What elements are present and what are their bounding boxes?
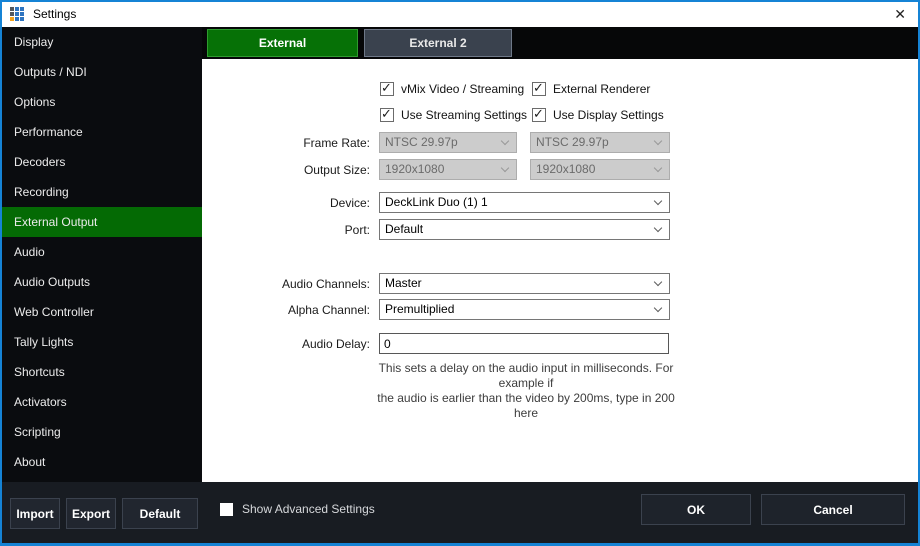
external-output-panel: ✓ vMix Video / Streaming ✓ External Rend…: [202, 59, 918, 482]
sidebar-item-options[interactable]: Options: [2, 87, 202, 117]
audio-delay-input[interactable]: [379, 333, 669, 354]
alpha-channel-value: Premultiplied: [380, 300, 669, 319]
alpha-channel-label: Alpha Channel:: [202, 300, 370, 321]
settings-window: Settings ✕ Display Outputs / NDI Options…: [0, 0, 920, 546]
check-icon: ✓: [533, 106, 544, 122]
sidebar-item-audio[interactable]: Audio: [2, 237, 202, 267]
help-line-2: the audio is earlier than the video by 2…: [377, 391, 675, 420]
checkbox-box: [220, 503, 233, 516]
alpha-channel-select[interactable]: Premultiplied: [379, 299, 670, 320]
device-select[interactable]: DeckLink Duo (1) 1: [379, 192, 670, 213]
vmix-logo-icon: [10, 7, 25, 22]
output-size-select-1: 1920x1080: [379, 159, 517, 180]
ok-button[interactable]: OK: [641, 494, 751, 525]
sidebar-item-web-controller[interactable]: Web Controller: [2, 297, 202, 327]
use-display-settings-checkbox[interactable]: ✓ Use Display Settings: [532, 107, 664, 123]
check-icon: ✓: [533, 80, 544, 96]
checkbox-box: ✓: [380, 82, 394, 96]
import-button[interactable]: Import: [10, 498, 60, 529]
help-line-1: This sets a delay on the audio input in …: [379, 361, 674, 390]
sidebar-item-audio-outputs[interactable]: Audio Outputs: [2, 267, 202, 297]
sidebar-item-shortcuts[interactable]: Shortcuts: [2, 357, 202, 387]
port-value: Default: [380, 220, 669, 239]
checkbox-label: vMix Video / Streaming: [401, 82, 524, 96]
footer-bar: Import Export Default Show Advanced Sett…: [2, 482, 918, 543]
frame-rate-value-1: NTSC 29.97p: [380, 133, 516, 152]
checkbox-box: ✓: [532, 82, 546, 96]
checkbox-label: Use Streaming Settings: [401, 108, 527, 122]
export-button[interactable]: Export: [66, 498, 116, 529]
port-select[interactable]: Default: [379, 219, 670, 240]
output-size-value-1: 1920x1080: [380, 160, 516, 179]
sidebar-item-external-output[interactable]: External Output: [2, 207, 202, 237]
sidebar-item-decoders[interactable]: Decoders: [2, 147, 202, 177]
output-size-select-2: 1920x1080: [530, 159, 670, 180]
checkbox-label: Show Advanced Settings: [242, 502, 375, 516]
checkbox-box: ✓: [380, 108, 394, 122]
audio-delay-help-text: This sets a delay on the audio input in …: [370, 361, 682, 421]
external-renderer-checkbox[interactable]: ✓ External Renderer: [532, 81, 650, 97]
check-icon: ✓: [381, 106, 392, 122]
default-button[interactable]: Default: [122, 498, 198, 529]
checkbox-label: Use Display Settings: [553, 108, 664, 122]
port-label: Port:: [202, 220, 370, 241]
external-output-tabbar: External External 2: [202, 27, 918, 59]
output-size-label: Output Size:: [202, 160, 370, 181]
use-streaming-settings-checkbox[interactable]: ✓ Use Streaming Settings: [380, 107, 527, 123]
output-size-value-2: 1920x1080: [531, 160, 669, 179]
sidebar-item-display[interactable]: Display: [2, 27, 202, 57]
settings-sidebar: Display Outputs / NDI Options Performanc…: [2, 27, 202, 482]
sidebar-item-performance[interactable]: Performance: [2, 117, 202, 147]
title-bar: Settings ✕: [2, 2, 918, 27]
close-icon[interactable]: ✕: [894, 6, 906, 22]
sidebar-item-about[interactable]: About: [2, 447, 202, 477]
frame-rate-value-2: NTSC 29.97p: [531, 133, 669, 152]
sidebar-item-activators[interactable]: Activators: [2, 387, 202, 417]
checkbox-label: External Renderer: [553, 82, 650, 96]
sidebar-item-scripting[interactable]: Scripting: [2, 417, 202, 447]
sidebar-item-outputs-ndi[interactable]: Outputs / NDI: [2, 57, 202, 87]
show-advanced-settings-checkbox[interactable]: Show Advanced Settings: [220, 502, 375, 516]
sidebar-item-recording[interactable]: Recording: [2, 177, 202, 207]
tab-external[interactable]: External: [207, 29, 358, 57]
frame-rate-select-1: NTSC 29.97p: [379, 132, 517, 153]
frame-rate-select-2: NTSC 29.97p: [530, 132, 670, 153]
cancel-button[interactable]: Cancel: [761, 494, 905, 525]
checkbox-box: ✓: [532, 108, 546, 122]
tab-external-2[interactable]: External 2: [364, 29, 512, 57]
sidebar-item-tally-lights[interactable]: Tally Lights: [2, 327, 202, 357]
frame-rate-label: Frame Rate:: [202, 133, 370, 154]
audio-channels-select[interactable]: Master: [379, 273, 670, 294]
vmix-video-streaming-checkbox[interactable]: ✓ vMix Video / Streaming: [380, 81, 524, 97]
device-value: DeckLink Duo (1) 1: [380, 193, 669, 212]
check-icon: ✓: [381, 80, 392, 96]
device-label: Device:: [202, 193, 370, 214]
window-title: Settings: [33, 7, 76, 21]
audio-channels-value: Master: [380, 274, 669, 293]
audio-delay-label: Audio Delay:: [202, 334, 370, 355]
audio-channels-label: Audio Channels:: [202, 274, 370, 295]
